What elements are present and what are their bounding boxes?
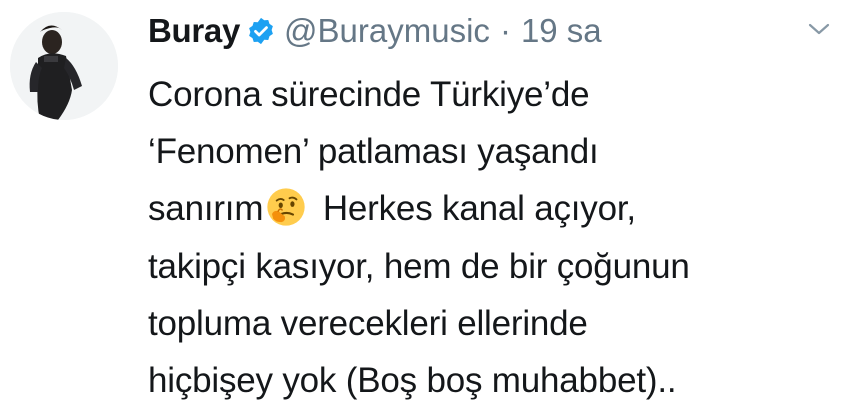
avatar[interactable] bbox=[10, 12, 118, 120]
tweet-text-line: takipçi kasıyor, hem de bir çoğunun bbox=[148, 246, 690, 286]
tweet-text-segment: Herkes kanal açıyor, bbox=[322, 189, 636, 229]
avatar-image bbox=[10, 12, 118, 120]
tweet-text: Corona sürecinde Türkiye’de ‘Fenomen’ pa… bbox=[148, 66, 838, 409]
verified-badge-icon bbox=[246, 16, 276, 46]
tweet-timestamp[interactable]: 19 sa bbox=[521, 12, 602, 50]
tweet-text-line: hiçbişey yok (Boş boş muhabbet).. bbox=[148, 360, 677, 400]
tweet-text-line: Corona sürecinde Türkiye’de bbox=[148, 75, 590, 114]
author-handle[interactable]: @Buraymusic bbox=[284, 12, 490, 50]
thinking-face-emoji bbox=[265, 186, 307, 228]
tweet-text-line: ‘Fenomen’ patlaması yaşandı bbox=[148, 132, 599, 172]
author-name[interactable]: Buray bbox=[148, 12, 240, 50]
tweet-text-line: sanırım Herkes kanal açıyor, bbox=[148, 180, 838, 237]
tweet-card: Buray @Buraymusic · 19 sa Corona sürecin… bbox=[0, 0, 850, 419]
tweet-text-segment: sanırım bbox=[148, 189, 264, 229]
chevron-down-icon[interactable] bbox=[806, 20, 832, 38]
header-separator: · bbox=[499, 12, 511, 49]
tweet-header: Buray @Buraymusic · 19 sa bbox=[148, 6, 602, 56]
tweet-text-line: topluma verecekleri ellerinde bbox=[148, 303, 588, 343]
